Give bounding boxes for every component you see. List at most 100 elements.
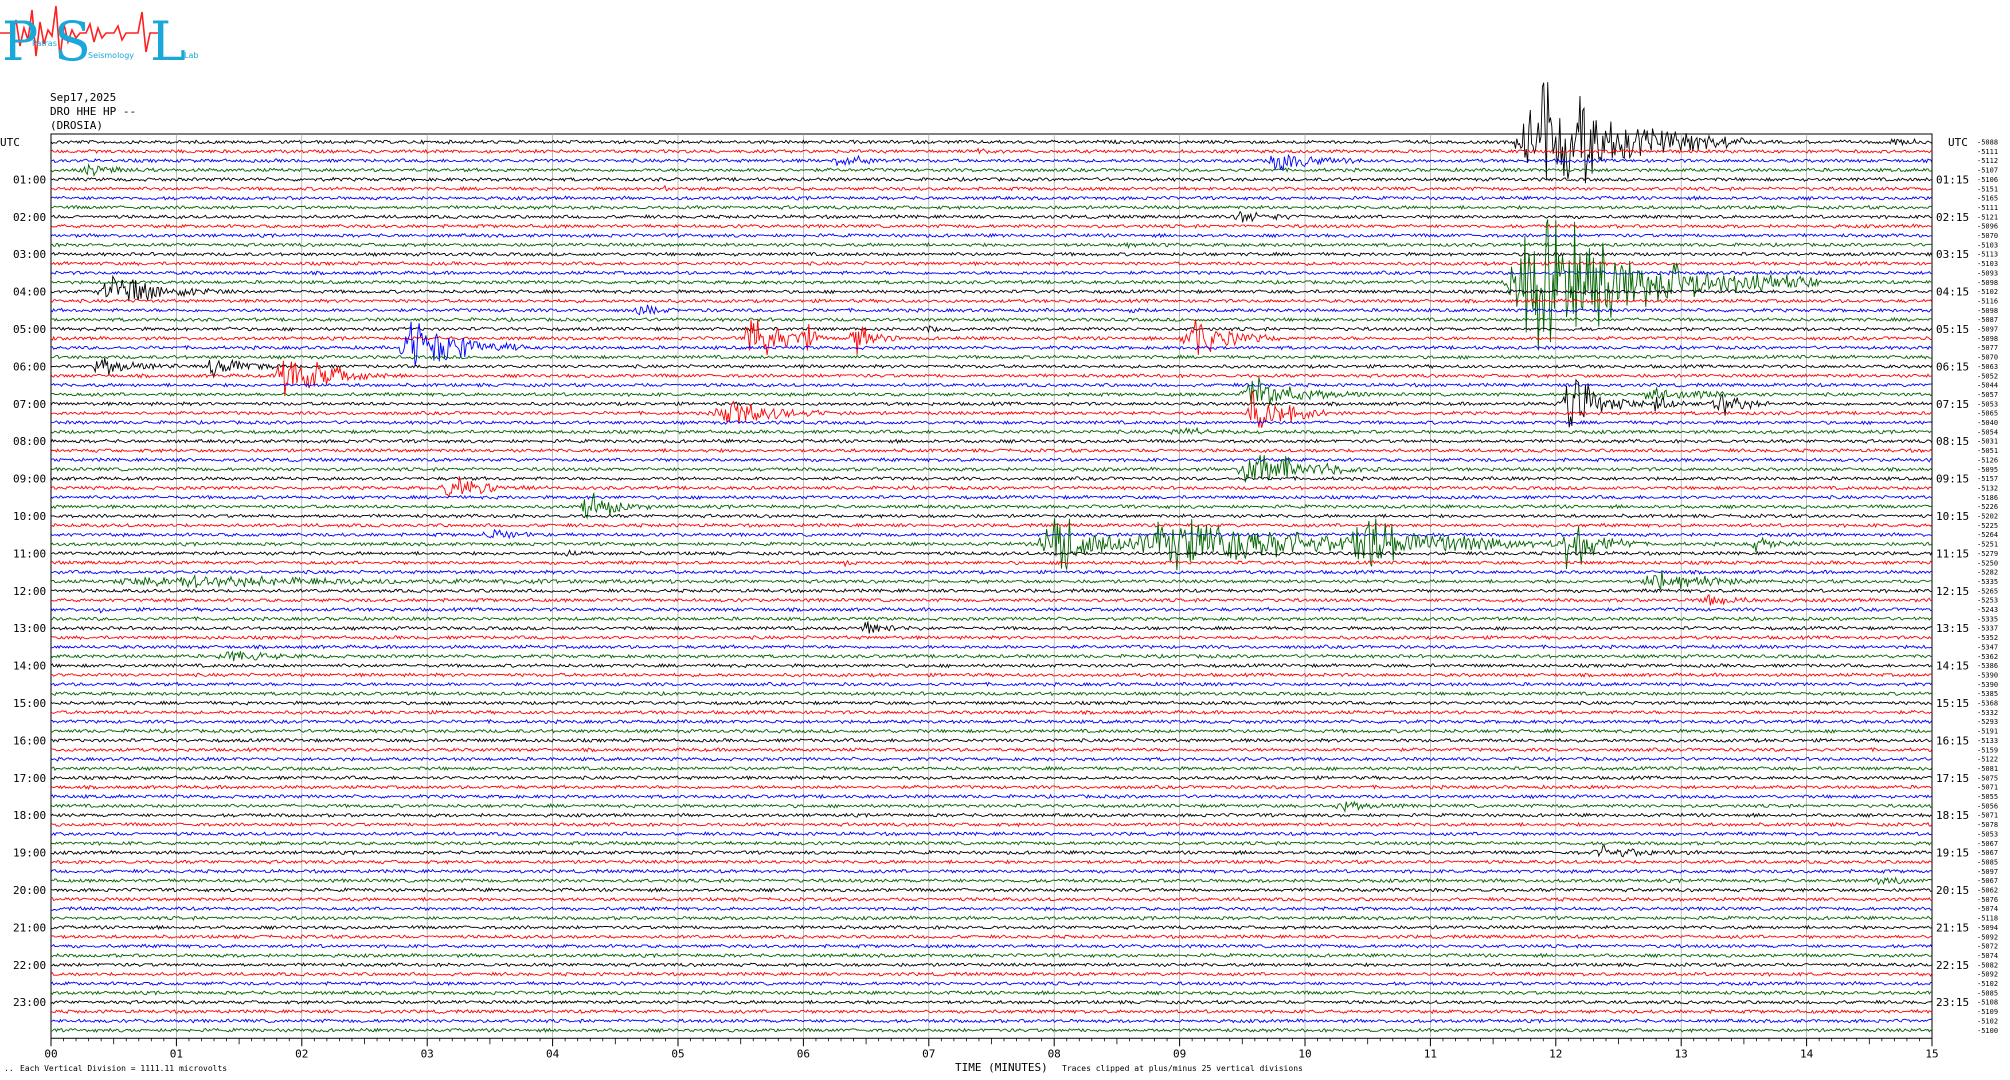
right-hour-label: 05:15 [1936, 323, 1969, 336]
trace-offset-label: -5062 [1977, 887, 1998, 895]
trace-offset-label: -5225 [1977, 522, 1998, 530]
trace-line [50, 270, 1933, 276]
trace-offset-label: -5253 [1977, 597, 1998, 605]
x-tick-label: 04 [546, 1047, 560, 1060]
left-hour-label: 21:00 [13, 921, 46, 934]
left-hour-label: 07:00 [13, 398, 46, 411]
trace-line [50, 298, 1933, 304]
left-hour-label: 02:00 [13, 211, 46, 224]
trace-offset-label: -5102 [1977, 288, 1998, 296]
trace-line [51, 915, 1933, 921]
right-hour-label: 06:15 [1936, 360, 1969, 373]
trace-offset-label: -5097 [1977, 868, 1998, 876]
trace-offset-label: -5113 [1977, 251, 1998, 259]
trace-offset-label: -5279 [1977, 550, 1998, 558]
helicorder-plot: 00 01 02 03 04 05 06 07 08 09 10 11 12 13 14 15-5088-51… [0, 82, 1998, 1060]
trace-offset-label: -5111 [1977, 148, 1998, 156]
left-hour-label: 03:00 [13, 248, 46, 261]
trace-line [50, 457, 1933, 463]
trace-offset-label: -5264 [1977, 531, 1998, 539]
left-hour-label: 13:00 [13, 622, 46, 635]
right-hour-label: 03:15 [1936, 248, 1969, 261]
trace-line [50, 184, 1933, 192]
trace-line [50, 376, 1933, 406]
x-tick-label: 14 [1800, 1047, 1814, 1060]
trace-line [50, 990, 1933, 996]
x-tick-label: 15 [1925, 1047, 1938, 1060]
left-hour-label: 14:00 [13, 660, 46, 673]
trace-line [50, 513, 1933, 519]
trace-line [50, 426, 1933, 436]
left-hour-label: 04:00 [13, 286, 46, 299]
trace-offset-label: -5098 [1977, 307, 1998, 315]
trace-offset-label: -5111 [1977, 204, 1998, 212]
trace-line [50, 559, 1933, 568]
trace-line [50, 934, 1933, 940]
trace-line [50, 775, 1933, 781]
trace-offset-label: -5390 [1977, 671, 1998, 679]
trace-line [50, 223, 1933, 230]
trace-offset-label: -5088 [1977, 139, 1998, 147]
trace-line [50, 662, 1933, 669]
x-tick-label: 03 [421, 1047, 434, 1060]
x-tick-label: 12 [1549, 1047, 1562, 1060]
trace-offset-label: -5335 [1977, 578, 1998, 586]
right-hour-label: 16:15 [1936, 734, 1969, 747]
trace-line [50, 316, 1933, 323]
trace-line [50, 382, 1933, 388]
trace-offset-label: -5100 [1977, 1027, 1998, 1035]
trace-offset-label: -5074 [1977, 952, 1998, 960]
plot-frame [50, 133, 1933, 1039]
trace-line [50, 615, 1933, 622]
right-hour-label: 10:15 [1936, 510, 1969, 523]
trace-line [50, 318, 1933, 355]
x-tick-label: 02 [295, 1047, 308, 1060]
trace-offset-label: -5053 [1977, 830, 1998, 838]
trace-offset-label: -5102 [1977, 980, 1998, 988]
trace-offset-label: -5096 [1977, 223, 1998, 231]
trace-line [50, 147, 1933, 155]
trace-offset-label: -5352 [1977, 634, 1998, 642]
trace-offset-label: -5071 [1977, 784, 1998, 792]
trace-offset-label: -5077 [1977, 344, 1998, 352]
trace-offset-label: -5081 [1977, 765, 1998, 773]
trace-offset-label: -5070 [1977, 232, 1998, 240]
trace-line [50, 747, 1933, 753]
trace-line [51, 419, 1933, 426]
left-hour-label: 18:00 [13, 809, 46, 822]
trace-offset-label: -5071 [1977, 812, 1998, 820]
trace-offset-label: -5107 [1977, 167, 1998, 175]
trace-offset-label: -5265 [1977, 587, 1998, 595]
trace-line [50, 756, 1933, 762]
trace-line [50, 195, 1933, 201]
trace-line [50, 876, 1933, 886]
trace-line [50, 528, 1932, 540]
trace-offset-label: -5067 [1977, 877, 1998, 885]
trace-offset-label: -5095 [1977, 466, 1998, 474]
left-hour-label: 09:00 [13, 473, 46, 486]
trace-line [51, 644, 1933, 650]
trace-offset-label: -5109 [1977, 1008, 1998, 1016]
left-hour-label: 22:00 [13, 959, 46, 972]
right-axis-title: UTC [1948, 136, 1968, 149]
right-hour-label: 04:15 [1936, 286, 1969, 299]
right-hour-label: 15:15 [1936, 697, 1969, 710]
trace-offset-label: -5126 [1977, 456, 1998, 464]
trace-offset-label: -5159 [1977, 746, 1998, 754]
right-hour-label: 09:15 [1936, 473, 1969, 486]
right-hour-label: 08:15 [1936, 435, 1969, 448]
right-hour-label: 13:15 [1936, 622, 1969, 635]
left-hour-label: 20:00 [13, 884, 46, 897]
trace-offset-label: -5103 [1977, 260, 1998, 268]
trace-line [50, 219, 1932, 351]
trace-offset-label: -5082 [1977, 961, 1998, 969]
trace-offset-label: -5118 [1977, 915, 1998, 923]
trace-line [50, 672, 1933, 678]
trace-line [50, 793, 1933, 800]
trace-line [50, 765, 1933, 772]
trace-offset-label: -5092 [1977, 933, 1998, 941]
left-axis-title: UTC [0, 136, 20, 149]
trace-line [50, 961, 1933, 968]
trace-line [50, 304, 1933, 316]
trace-offset-label: -5103 [1977, 241, 1998, 249]
